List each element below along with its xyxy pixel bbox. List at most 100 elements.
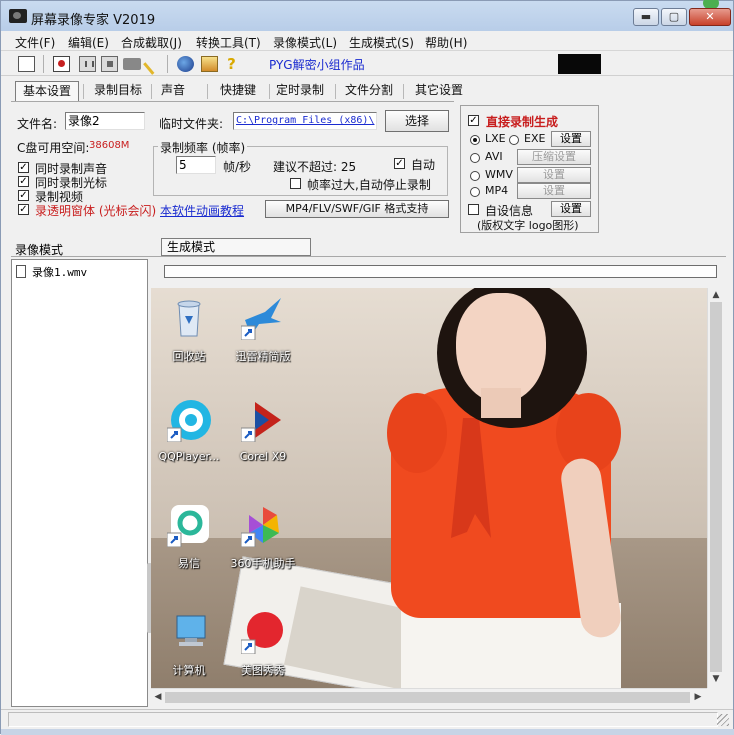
status-bar [1, 709, 733, 729]
choose-folder-button[interactable]: 选择 [385, 110, 449, 132]
tab-timer[interactable]: 定时录制 [273, 81, 327, 101]
format-avi-radio[interactable] [470, 153, 480, 163]
file-item[interactable]: 录像1.wmv [32, 264, 87, 280]
record-video-checkbox[interactable]: ✓ [18, 190, 29, 201]
format-mp4-radio[interactable] [470, 187, 480, 197]
format-support-button[interactable]: MP4/FLV/SWF/GIF 格式支持 [265, 200, 449, 218]
framerate-suggest: 建议不超过: 25 [273, 160, 357, 174]
tab-divider [335, 84, 336, 99]
yixin-icon [167, 505, 209, 547]
record-transparent-label: 录透明窗体 (光标会闪) [35, 204, 157, 218]
toolbar-credit-label: PYG解密小组作品 [269, 58, 365, 72]
compress-settings-button[interactable]: 压缩设置 [517, 149, 591, 165]
direct-record-checkbox[interactable]: ✓ [468, 115, 479, 126]
camera-icon[interactable] [123, 58, 141, 70]
tempdir-input[interactable]: C:\Program Files (x86)\ [233, 112, 377, 130]
tab-divider [83, 84, 84, 99]
menu-help[interactable]: 帮助(H) [425, 34, 467, 51]
scroll-thumb[interactable] [710, 302, 722, 672]
face-shape [456, 293, 546, 403]
close-button[interactable]: ✕ [689, 8, 731, 26]
desktop-icon-label: 360手机助手 [230, 557, 296, 570]
package-icon[interactable] [201, 56, 218, 72]
minimize-button[interactable]: ▬ [633, 8, 659, 26]
meitu-icon [241, 612, 283, 654]
tab-other[interactable]: 其它设置 [409, 81, 469, 101]
desktop-meitu[interactable]: 美图秀秀 [218, 610, 308, 688]
auto-stop-label: 帧率过大,自动停止录制 [307, 178, 431, 192]
scroll-up-icon[interactable]: ▲ [711, 290, 721, 300]
resize-grip-icon[interactable] [717, 714, 729, 726]
menu-bar: 文件(F) 编辑(E) 合成截取(J) 转换工具(T) 录像模式(L) 生成模式… [1, 31, 733, 51]
divider [11, 256, 726, 257]
framerate-input[interactable]: 5 [176, 156, 216, 174]
menu-edit[interactable]: 编辑(E) [68, 34, 109, 51]
auto-stop-checkbox[interactable] [290, 178, 301, 189]
xunlei-icon [241, 298, 281, 340]
pause-icon[interactable] [79, 56, 96, 72]
menu-compose[interactable]: 合成截取(J) [121, 34, 182, 51]
help-icon[interactable]: ? [223, 56, 240, 72]
tab-record-target[interactable]: 录制目标 [87, 81, 149, 101]
format-wmv-radio[interactable] [470, 171, 480, 181]
tab-divider [207, 84, 208, 99]
scroll-down-icon[interactable]: ▼ [711, 674, 721, 684]
status-cell [8, 712, 718, 727]
taskbar-edge [1, 729, 734, 735]
app-window: 屏幕录像专家 V2019 ▬ ▢ ✕ 文件(F) 编辑(E) 合成截取(J) 转… [0, 0, 734, 735]
horizontal-scrollbar[interactable]: ◀ ▶ [151, 688, 707, 705]
menu-convert[interactable]: 转换工具(T) [196, 34, 261, 51]
mp4-settings-button[interactable]: 设置 [517, 183, 591, 199]
auto-framerate-label: 自动 [411, 158, 436, 172]
360-icon [241, 507, 279, 547]
desktop-xunlei[interactable]: 迅雷精简版 [218, 296, 308, 376]
format-lxe-radio[interactable] [470, 135, 480, 145]
corel-icon [241, 402, 281, 442]
tab-gen-mode[interactable]: 生成模式 [161, 238, 311, 256]
format-exe-radio[interactable] [509, 135, 519, 145]
filename-input[interactable]: 录像2 [65, 112, 145, 130]
recycle-bin-icon [177, 300, 201, 337]
desktop-corel[interactable]: Corel X9 [218, 398, 308, 478]
record-icon[interactable] [53, 56, 70, 72]
record-cursor-checkbox[interactable]: ✓ [18, 176, 29, 187]
new-icon[interactable] [18, 56, 35, 72]
vertical-scrollbar[interactable]: ▲ ▼ [707, 288, 724, 688]
framerate-group-title: 录制频率 (帧率) [158, 139, 248, 156]
pen-icon[interactable] [143, 55, 163, 75]
playback-progress-bar[interactable] [164, 265, 717, 278]
scroll-right-icon[interactable]: ▶ [693, 692, 703, 702]
auto-framerate-checkbox[interactable]: ✓ [394, 158, 405, 169]
menu-record-mode[interactable]: 录像模式(L) [273, 34, 337, 51]
desktop-icon-label: Corel X9 [239, 450, 287, 463]
autoinfo-settings-button[interactable]: 设置 [551, 201, 591, 217]
desktop-icon-label: 迅雷精简版 [235, 350, 291, 363]
exe-settings-button[interactable]: 设置 [551, 131, 591, 147]
window-title: 屏幕录像专家 V2019 [31, 13, 156, 28]
record-transparent-checkbox[interactable]: ✓ [18, 204, 29, 215]
tab-hotkey[interactable]: 快捷键 [213, 81, 263, 101]
tab-sound[interactable]: 声音 [155, 81, 191, 101]
menu-gen-mode[interactable]: 生成模式(S) [349, 34, 414, 51]
menu-file[interactable]: 文件(F) [15, 34, 55, 51]
desktop-icon-label: 美图秀秀 [241, 664, 285, 677]
toolbar-separator [167, 55, 168, 73]
autoinfo-checkbox[interactable] [468, 204, 479, 215]
tutorial-link[interactable]: 本软件动画教程 [160, 202, 244, 219]
qqplayer-icon [167, 400, 211, 442]
desktop-360[interactable]: 360手机助手 [218, 503, 308, 583]
file-icon [16, 265, 26, 278]
tab-file-split[interactable]: 文件分割 [341, 81, 397, 101]
globe-icon[interactable] [177, 56, 194, 72]
maximize-button[interactable]: ▢ [661, 8, 687, 26]
scroll-left-icon[interactable]: ◀ [153, 692, 163, 702]
record-sound-checkbox[interactable]: ✓ [18, 162, 29, 173]
tempdir-label: 临时文件夹: [159, 117, 224, 131]
recording-file-list[interactable]: 录像1.wmv [11, 259, 148, 707]
tab-divider [269, 84, 270, 99]
camera-app-icon [9, 9, 27, 23]
wmv-settings-button[interactable]: 设置 [517, 167, 591, 183]
tab-basic[interactable]: 基本设置 [15, 81, 79, 101]
stop-icon[interactable] [101, 56, 118, 72]
scroll-thumb[interactable] [165, 692, 690, 703]
